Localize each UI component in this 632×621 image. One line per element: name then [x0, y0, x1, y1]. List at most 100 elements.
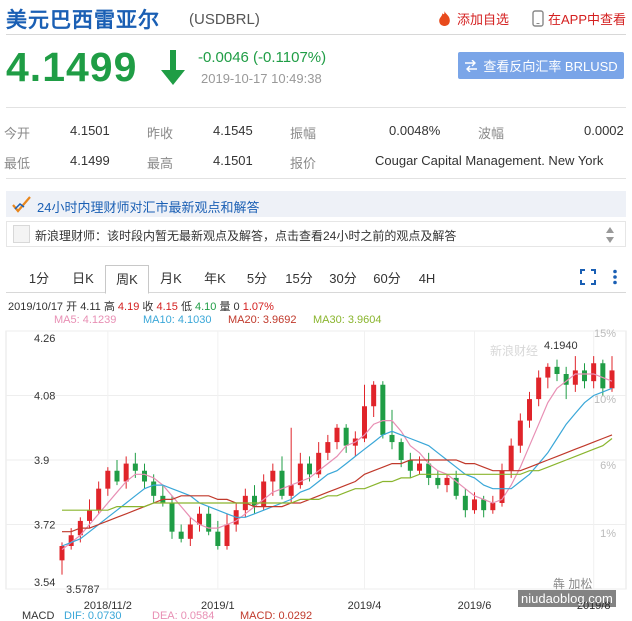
candle-body [609, 370, 615, 389]
y-tick-label: 4.26 [34, 333, 55, 345]
candle-body [545, 366, 551, 378]
candle-body [435, 477, 441, 486]
candle-body [224, 524, 230, 546]
candle-body [334, 427, 340, 443]
amplitude-value: 0.0048% [389, 123, 441, 138]
tab-weekly[interactable]: 周K [105, 265, 149, 294]
candle-body [343, 427, 349, 446]
x-tick-label: 2019/4 [348, 600, 382, 612]
candle-body [600, 363, 606, 389]
candle-body [270, 470, 276, 482]
candle-body [114, 470, 120, 482]
pct-tick-label: 6% [600, 460, 616, 472]
prev-close-label: 昨收 [147, 126, 174, 141]
candle-body [407, 460, 413, 471]
chart-period-tabs: 1分 日K 周K 月K 年K 5分 15分 30分 60分 4H [6, 265, 626, 294]
candle-body [426, 463, 432, 478]
analyst-banner[interactable]: 24小时内理财师对汇市最新观点和解答 [6, 191, 626, 217]
add-favorite-button[interactable]: 添加自选 [436, 9, 509, 28]
tab-daily[interactable]: 日K [61, 265, 105, 293]
tab-30min[interactable]: 30分 [321, 265, 365, 293]
candle-body [215, 531, 221, 546]
view-in-app-label: 在APP中查看 [548, 12, 627, 27]
candle-body [444, 477, 450, 486]
ohlc-date: 2019/10/17 [8, 301, 64, 313]
candle-body [105, 470, 111, 489]
reverse-rate-button[interactable]: 查看反向汇率 BRLUSD [458, 52, 624, 79]
high-value: 4.1501 [213, 153, 253, 168]
ohlc-close: 4.15 [156, 301, 178, 313]
macd-label: MACD: 0.0292 [240, 610, 312, 621]
ma20-label: MA20: 3.9692 [228, 314, 297, 326]
header: 美元巴西雷亚尔 (USDBRL) 添加自选 在APP中查看 [6, 4, 628, 32]
ohlc-close-label: 收 [142, 301, 154, 313]
candle-body [398, 442, 404, 460]
candle-body [572, 370, 578, 385]
candle-body [187, 524, 193, 539]
tab-4h[interactable]: 4H [409, 265, 445, 293]
candle-body [462, 495, 468, 511]
sina-logo: 新浪财经 [490, 343, 538, 358]
divider [6, 178, 626, 179]
candle-body [132, 463, 138, 471]
fire-icon [439, 11, 450, 26]
avatar [13, 225, 30, 243]
open-label: 今开 [4, 126, 31, 141]
ohlc-low-label: 低 [180, 301, 192, 313]
current-price: 4.1499 [6, 44, 138, 90]
macd-label: DEA: 0.0584 [152, 610, 214, 621]
ohlc-volume: 0 [233, 301, 240, 313]
candle-body [178, 531, 184, 539]
view-in-app-button[interactable]: 在APP中查看 [532, 9, 626, 28]
quote-timestamp: 2019-10-17 10:49:38 [201, 71, 322, 86]
more-options-icon[interactable] [612, 269, 618, 285]
high-label: 最高 [147, 156, 174, 171]
analyst-message[interactable]: 新浪理财师：该时段内暂无最新观点及解答，点击查看24小时之前的观点及解答 [6, 221, 626, 247]
ma30-label: MA30: 3.9604 [313, 314, 382, 326]
candle-body [536, 377, 542, 400]
candle-body [87, 510, 92, 521]
tab-yearly[interactable]: 年K [193, 265, 237, 293]
candlestick-chart[interactable]: 4.264.083.93.723.542018/11/2 2019/1 2019/4… [0, 327, 632, 621]
candle-body [508, 445, 514, 471]
macd-label: DIF: 0.0730 [64, 610, 121, 621]
scroll-arrows-icon[interactable] [605, 225, 615, 245]
y-tick-label: 4.08 [34, 391, 55, 403]
y-tick-label: 3.72 [34, 520, 55, 532]
tab-5min[interactable]: 5分 [237, 265, 277, 293]
candle-body [206, 513, 212, 532]
tab-monthly[interactable]: 月K [149, 265, 193, 293]
ma5-label: MA5: 4.1239 [54, 314, 117, 326]
wave-label: 波幅 [478, 126, 505, 141]
candle-body [490, 503, 496, 511]
tab-1min[interactable]: 1分 [20, 265, 58, 293]
pct-tick-label: 15% [594, 328, 616, 340]
ohlc-high-label: 高 [103, 301, 115, 313]
low-label: 最低 [4, 156, 31, 171]
tab-15min[interactable]: 15分 [277, 265, 321, 293]
site-watermark: niudaoblog.com [518, 590, 616, 607]
ohlc-readout: 2019/10/17 开 4.11 高 4.19 收 4.15 低 4.10 量… [8, 298, 274, 314]
quote-source-value: Cougar Capital Management. New York [375, 153, 604, 168]
candle-body [142, 470, 147, 482]
tab-60min[interactable]: 60分 [365, 265, 409, 293]
prev-close-value: 4.1545 [213, 123, 253, 138]
fullscreen-icon[interactable] [580, 269, 596, 285]
swap-icon [465, 59, 478, 72]
candle-body [591, 363, 597, 382]
candle-body [371, 384, 377, 407]
ohlc-pct: 1.07% [242, 301, 274, 313]
analyst-message-text: 新浪理财师：该时段内暂无最新观点及解答，点击查看24小时之前的观点及解答 [35, 229, 457, 243]
candle-body [389, 434, 395, 443]
open-value: 4.1501 [70, 123, 110, 138]
divider [6, 34, 626, 35]
candle-body [517, 420, 523, 446]
candle-body [288, 485, 294, 496]
macd-label: MACD [22, 610, 54, 621]
ohlc-volume-label: 量 [219, 301, 231, 313]
analyst-banner-text: 24小时内理财师对汇市最新观点和解答 [37, 200, 260, 215]
candle-body [499, 470, 505, 503]
candle-body [279, 470, 285, 496]
candle-body [96, 488, 102, 511]
pct-tick-label: 10% [594, 394, 616, 406]
